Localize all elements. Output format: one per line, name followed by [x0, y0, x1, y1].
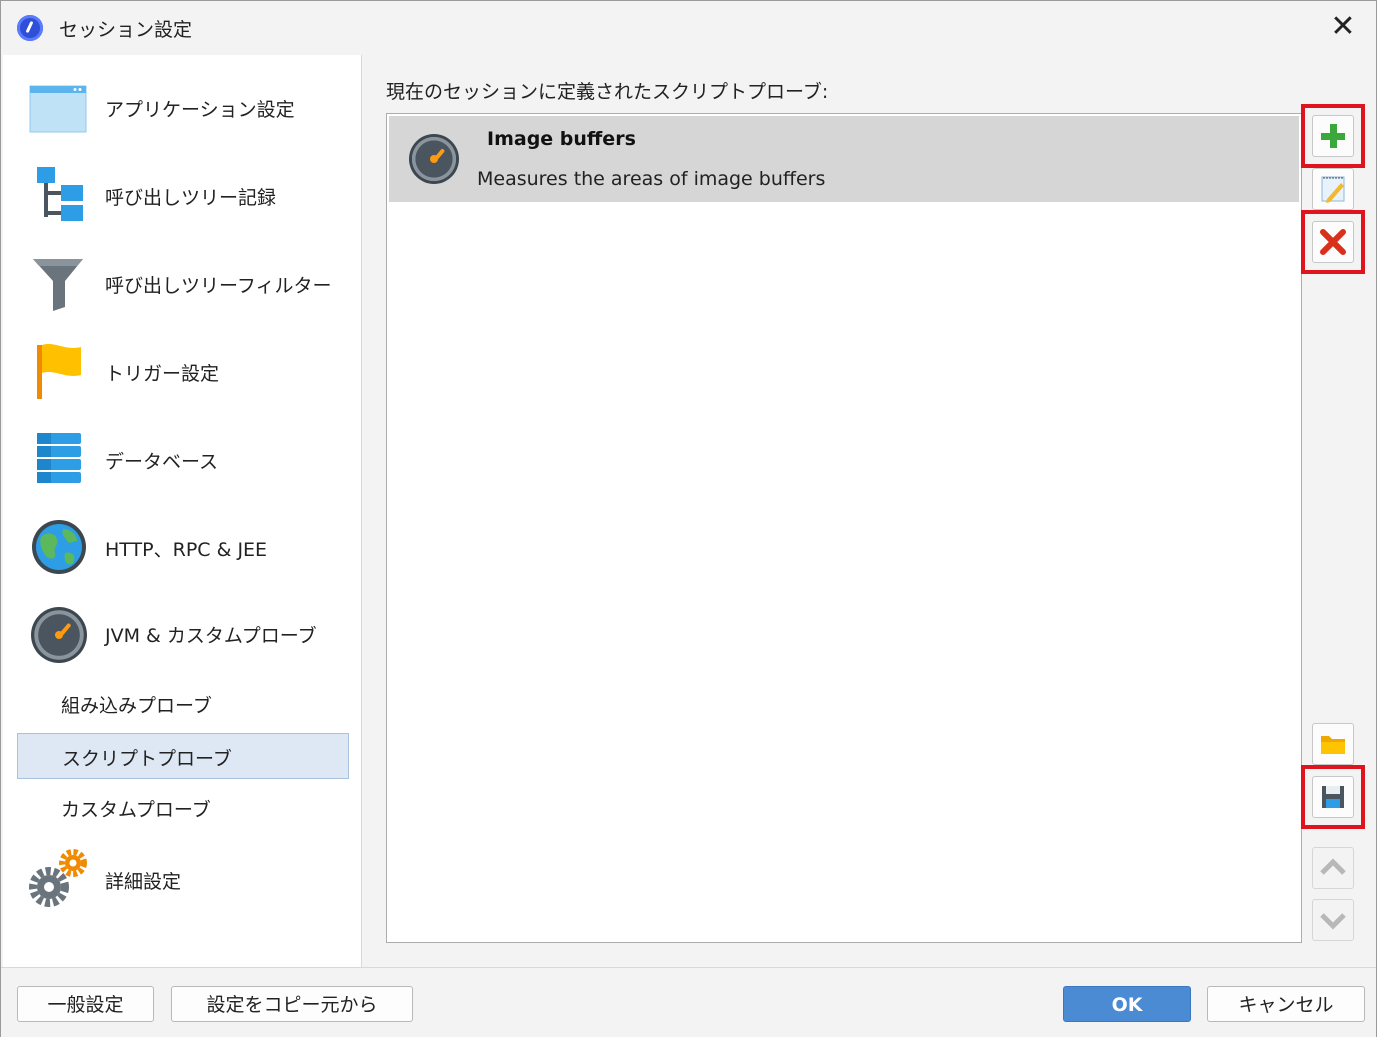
window-title: セッション設定 — [59, 19, 193, 41]
sidebar-item-jvm-custom-probes[interactable]: JVM & カスタムプローブ — [3, 595, 361, 675]
delete-icon — [1320, 229, 1346, 255]
sidebar-subitem-label: 組み込みプローブ — [61, 695, 212, 717]
save-icon — [1322, 786, 1344, 808]
edit-icon — [1321, 176, 1345, 203]
cancel-button[interactable]: キャンセル — [1207, 986, 1365, 1022]
add-probe-button[interactable] — [1312, 115, 1354, 157]
probe-list-heading: 現在のセッションに定義されたスクリプトプローブ: — [386, 81, 829, 103]
database-icon — [37, 433, 81, 483]
call-tree-icon — [37, 167, 83, 221]
sidebar-item-label: HTTP、RPC & JEE — [105, 539, 268, 561]
sidebar-item-label: アプリケーション設定 — [105, 99, 295, 121]
sidebar-item-trigger-settings[interactable]: トリガー設定 — [3, 331, 361, 411]
move-down-button[interactable] — [1312, 899, 1354, 941]
gears-icon — [29, 849, 87, 907]
general-settings-button[interactable]: 一般設定 — [17, 986, 154, 1022]
script-probe-list[interactable]: Image buffers Measures the areas of imag… — [386, 113, 1302, 943]
session-settings-dialog: セッション設定 ✕ アプリケーション設定 呼び出しツリー記録 呼び出しツリーフィ… — [0, 0, 1377, 1037]
edit-probe-button[interactable] — [1312, 168, 1354, 210]
title-bar: セッション設定 ✕ — [1, 1, 1376, 55]
gauge-icon — [31, 607, 87, 663]
sidebar-subitem-label: カスタムプローブ — [61, 799, 211, 821]
list-item[interactable]: Image buffers Measures the areas of imag… — [389, 116, 1299, 202]
open-probes-button[interactable] — [1312, 723, 1354, 765]
probe-name: Image buffers — [487, 128, 636, 150]
settings-sidebar: アプリケーション設定 呼び出しツリー記録 呼び出しツリーフィルター トリガー設定… — [3, 55, 362, 967]
move-up-button[interactable] — [1312, 847, 1354, 889]
ok-button[interactable]: OK — [1063, 986, 1191, 1022]
sidebar-subitem-label: スクリプトプローブ — [62, 748, 232, 770]
sidebar-subitem-builtin-probes[interactable]: 組み込みプローブ — [17, 681, 347, 725]
add-icon — [1321, 124, 1345, 148]
gauge-icon — [409, 134, 459, 184]
sidebar-item-advanced-settings[interactable]: 詳細設定 — [3, 839, 361, 919]
move-up-icon — [1320, 858, 1346, 875]
main-panel: 現在のセッションに定義されたスクリプトプローブ: Image buffers M… — [362, 55, 1376, 967]
move-down-icon — [1320, 913, 1346, 930]
save-probes-button[interactable] — [1312, 776, 1354, 818]
dialog-footer: 一般設定 設定をコピー元から OK キャンセル — [1, 967, 1376, 1037]
folder-icon — [1321, 736, 1345, 754]
sidebar-item-application-settings[interactable]: アプリケーション設定 — [3, 67, 361, 147]
sidebar-subitem-script-probes[interactable]: スクリプトプローブ — [17, 733, 349, 779]
application-window-icon — [29, 85, 87, 133]
delete-probe-button[interactable] — [1312, 221, 1354, 263]
sidebar-subitem-custom-probes[interactable]: カスタムプローブ — [17, 785, 347, 829]
globe-icon — [32, 520, 86, 574]
sidebar-item-label: 詳細設定 — [105, 871, 182, 893]
probe-description: Measures the areas of image buffers — [477, 168, 826, 190]
sidebar-item-label: 呼び出しツリーフィルター — [105, 275, 332, 297]
close-icon[interactable]: ✕ — [1327, 11, 1359, 43]
funnel-icon — [33, 259, 83, 311]
sidebar-item-http-rpc-jee[interactable]: HTTP、RPC & JEE — [3, 507, 361, 587]
sidebar-item-database[interactable]: データベース — [3, 419, 361, 499]
sidebar-item-call-tree-recording[interactable]: 呼び出しツリー記録 — [3, 155, 361, 235]
sidebar-item-call-tree-filter[interactable]: 呼び出しツリーフィルター — [3, 243, 361, 323]
copy-settings-button[interactable]: 設定をコピー元から — [171, 986, 413, 1022]
sidebar-item-label: JVM & カスタムプローブ — [105, 625, 317, 647]
sidebar-item-label: データベース — [105, 451, 219, 473]
app-logo-icon — [17, 15, 43, 41]
flag-icon — [37, 344, 81, 399]
sidebar-item-label: トリガー設定 — [105, 363, 220, 385]
sidebar-item-label: 呼び出しツリー記録 — [105, 187, 277, 209]
